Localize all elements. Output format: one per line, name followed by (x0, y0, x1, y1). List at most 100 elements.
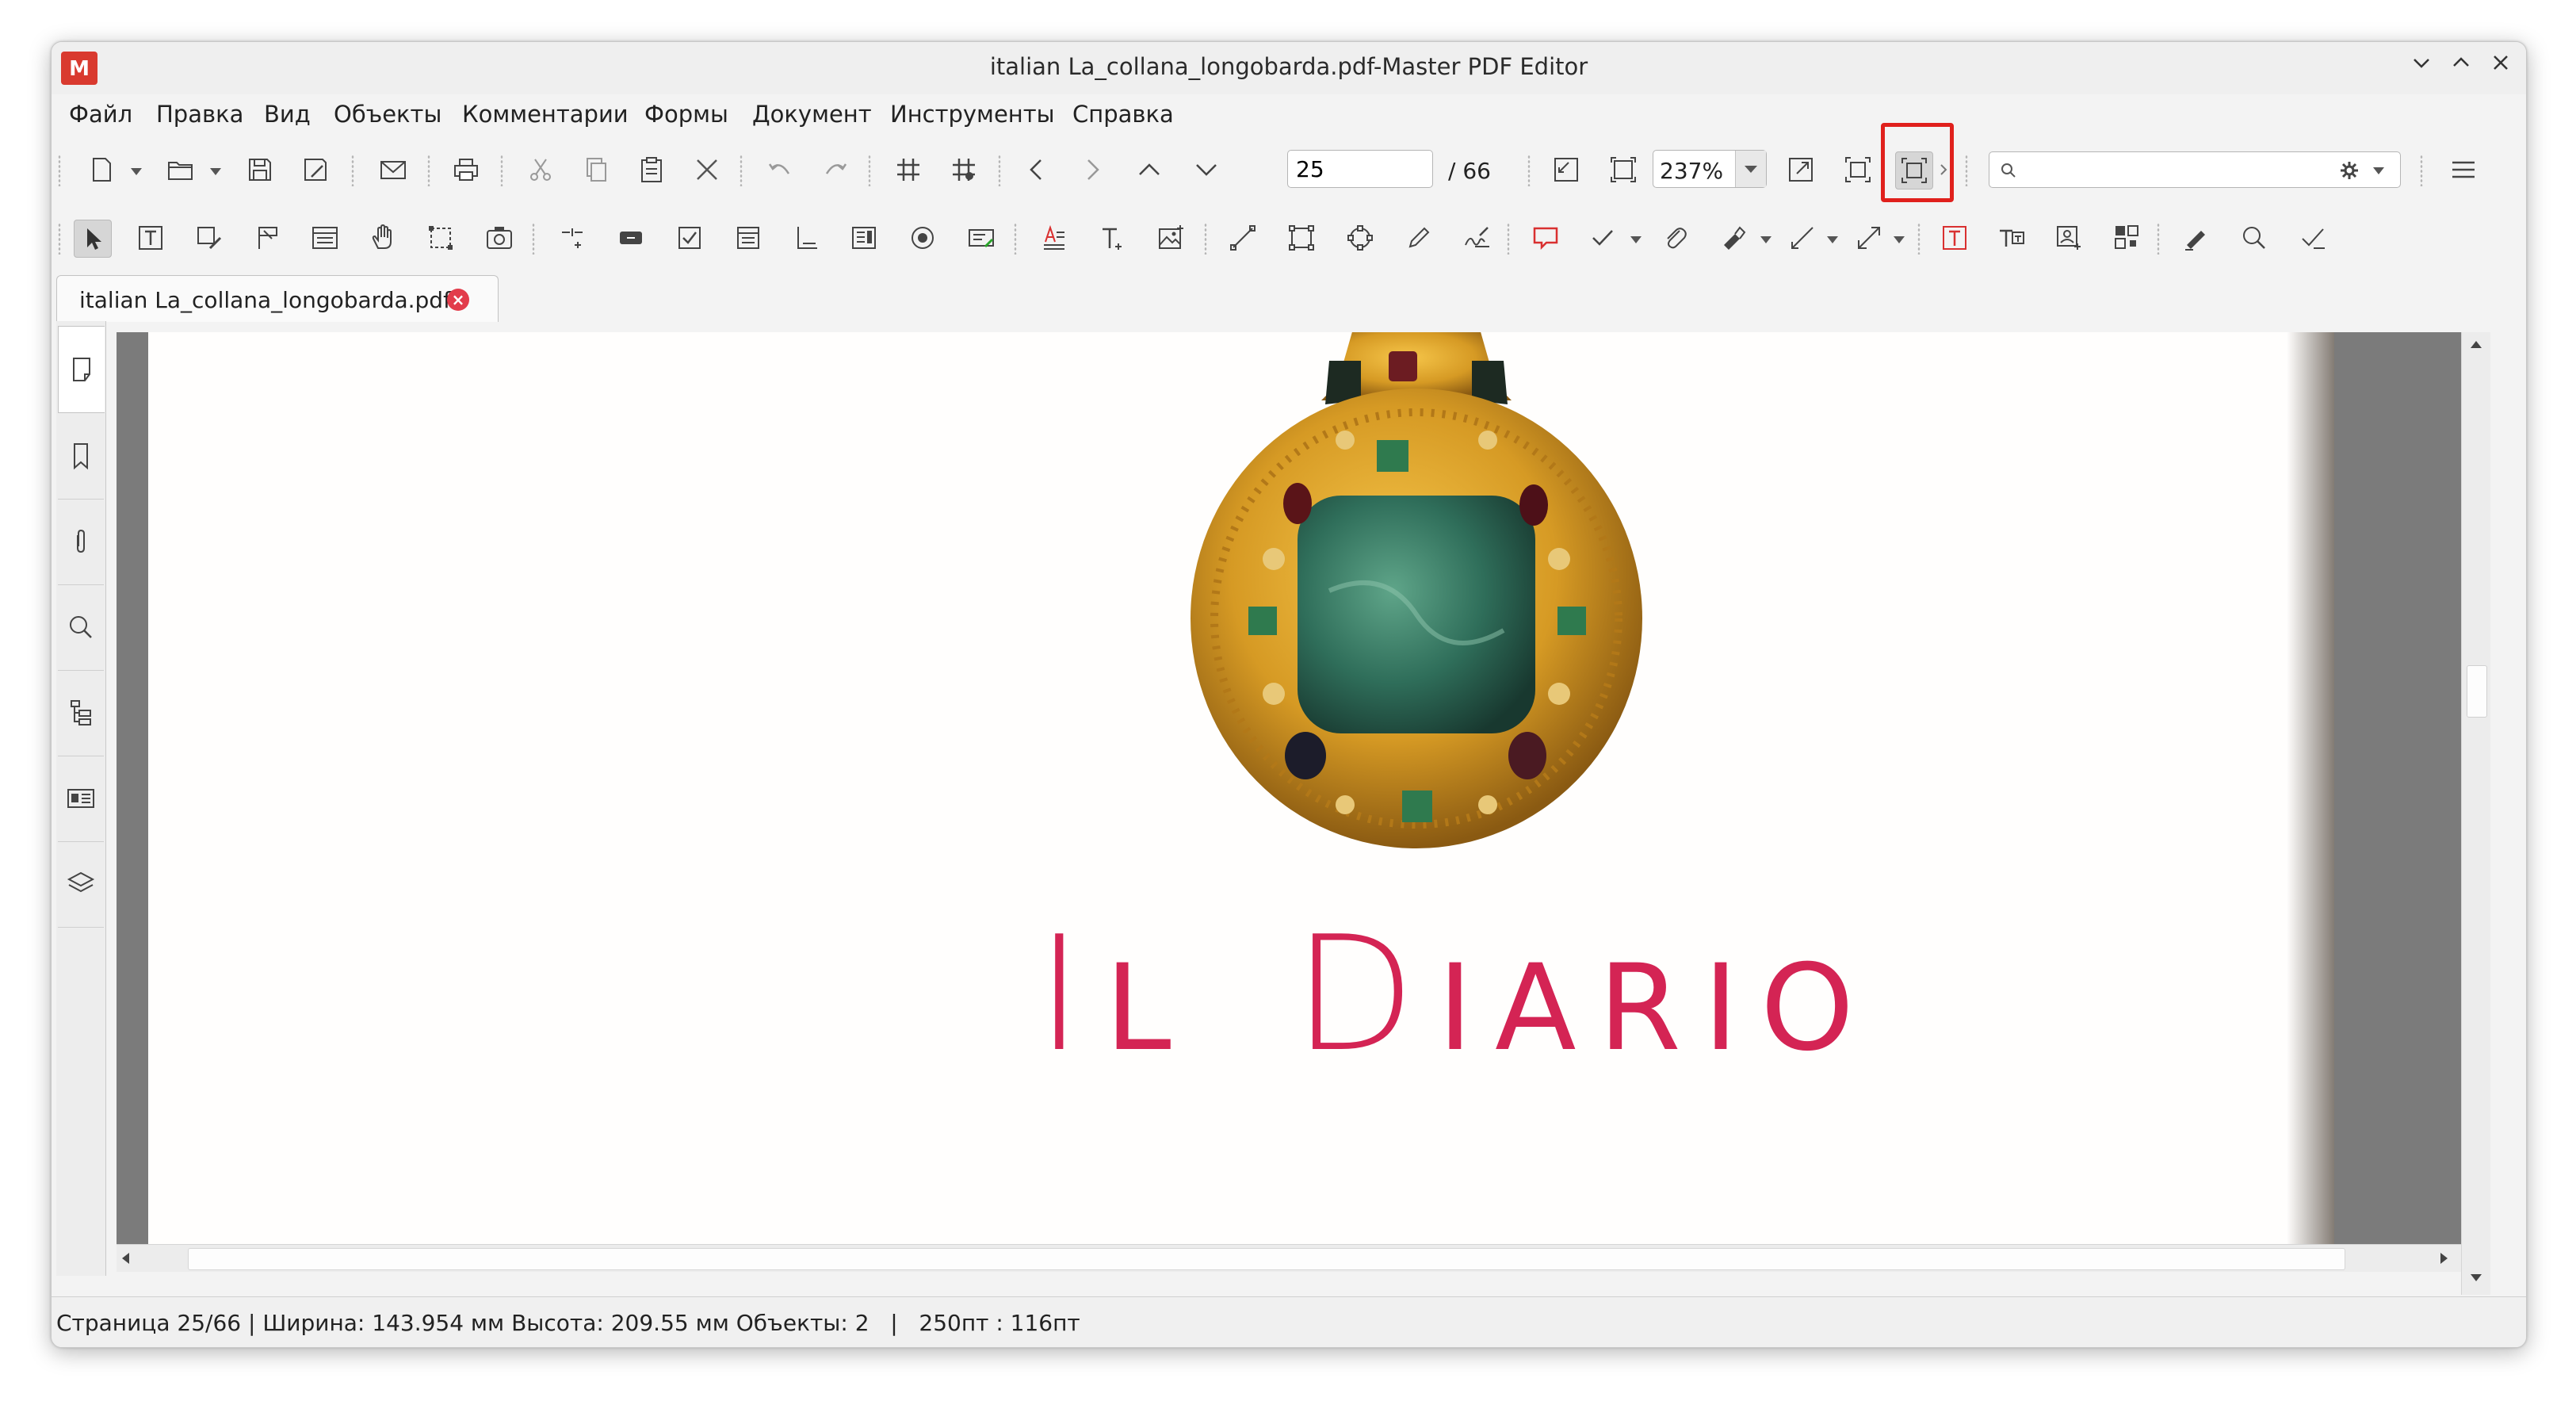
menu-file[interactable]: Файл (69, 101, 132, 128)
rectangle-tool-icon[interactable] (1283, 220, 1320, 256)
previous-page-icon[interactable] (1019, 151, 1055, 188)
scroll-down-icon[interactable] (2469, 1273, 2483, 1284)
image-stamp-icon[interactable] (2050, 220, 2087, 256)
save-as-icon[interactable] (297, 151, 334, 188)
search-settings-gear-icon[interactable] (2338, 159, 2360, 182)
pages-icon[interactable] (58, 326, 105, 413)
highlighter-icon[interactable] (1714, 220, 1751, 256)
actual-size-icon[interactable] (1548, 151, 1584, 188)
vertical-scrollbar[interactable] (2461, 332, 2490, 1295)
scroll-left-icon[interactable] (120, 1251, 131, 1265)
measure-dropdown-icon[interactable] (1825, 235, 1838, 243)
search-icon[interactable] (58, 584, 104, 671)
search-input[interactable] (1989, 151, 2401, 188)
vertical-scroll-thumb[interactable] (2467, 665, 2487, 718)
search-options-dropdown-icon[interactable] (2372, 167, 2384, 174)
crop-select-icon[interactable] (422, 220, 459, 256)
undo-icon[interactable] (762, 151, 798, 188)
arrow-line-icon[interactable] (1851, 220, 1887, 256)
ellipse-tool-icon[interactable] (1342, 220, 1378, 256)
edit-object-icon[interactable] (191, 220, 227, 256)
tab-close-icon[interactable]: × (447, 289, 469, 311)
measure-distance-icon[interactable] (1784, 220, 1821, 256)
email-icon[interactable] (375, 151, 411, 188)
menu-tools[interactable]: Инструменты (890, 101, 1055, 128)
text-tool-icon[interactable] (1095, 220, 1131, 256)
radio-button-icon[interactable] (904, 220, 941, 256)
forms-icon[interactable] (58, 756, 104, 842)
signature-pen-icon[interactable] (1459, 220, 1496, 256)
grid-icon[interactable] (890, 151, 927, 188)
menu-forms[interactable]: Формы (644, 101, 728, 128)
highlighter-dropdown-icon[interactable] (1759, 235, 1771, 243)
sign-check-icon[interactable] (2295, 220, 2331, 256)
next-page-icon[interactable] (1074, 151, 1110, 188)
select-arrow-icon[interactable] (74, 220, 112, 258)
hand-tool-icon[interactable] (365, 220, 402, 256)
line-tool-icon[interactable] (1225, 220, 1261, 256)
add-image-icon[interactable] (1153, 220, 1190, 256)
hamburger-menu-icon[interactable] (2445, 151, 2482, 188)
new-document-dropdown-icon[interactable] (129, 167, 142, 175)
structure-icon[interactable] (58, 670, 104, 756)
menu-comments[interactable]: Комментарии (462, 101, 629, 128)
zoom-dropdown-icon[interactable] (1735, 151, 1766, 187)
layers-icon[interactable] (58, 841, 104, 928)
text-field-tool-icon[interactable] (789, 220, 825, 256)
print-icon[interactable] (448, 151, 484, 188)
scroll-up-icon[interactable] (2469, 339, 2483, 350)
add-text-icon[interactable] (1036, 220, 1072, 256)
fit-width-icon[interactable] (1840, 151, 1876, 188)
text-box-icon[interactable] (1936, 220, 1973, 256)
open-folder-icon[interactable] (162, 151, 199, 188)
copy-icon[interactable] (578, 151, 614, 188)
menu-edit[interactable]: Правка (156, 101, 243, 128)
attachments-icon[interactable] (58, 499, 104, 585)
pencil-tool-icon[interactable] (1401, 220, 1437, 256)
eraser-pen-icon[interactable] (2177, 220, 2214, 256)
close-icon[interactable] (2483, 50, 2518, 85)
horizontal-scrollbar[interactable] (117, 1244, 2461, 1272)
document-viewer[interactable]: IL DIARIO (117, 332, 2461, 1244)
delete-icon[interactable] (689, 151, 725, 188)
comment-note-icon[interactable] (1527, 220, 1564, 256)
menu-objects[interactable]: Объекты (334, 101, 441, 128)
horizontal-scroll-thumb[interactable] (188, 1248, 2345, 1270)
menu-document[interactable]: Документ (752, 101, 872, 128)
snap-to-grid-icon[interactable] (946, 151, 982, 188)
form-fill-icon[interactable] (307, 220, 343, 256)
listbox-field-icon[interactable] (846, 220, 882, 256)
button-field-icon[interactable] (613, 220, 649, 256)
document-tab[interactable]: italian La_collana_longobarda.pdf × (56, 275, 499, 322)
page-number-input[interactable] (1287, 150, 1433, 188)
cut-icon[interactable] (522, 151, 559, 188)
menu-view[interactable]: Вид (264, 101, 311, 128)
text-select-icon[interactable] (132, 220, 169, 256)
new-document-icon[interactable] (83, 151, 120, 188)
save-icon[interactable] (242, 151, 278, 188)
arrow-dropdown-icon[interactable] (1892, 235, 1905, 243)
qr-barcode-icon[interactable] (2109, 220, 2146, 256)
redo-icon[interactable] (817, 151, 854, 188)
minimize-icon[interactable] (2404, 50, 2439, 85)
first-page-icon[interactable] (1131, 151, 1168, 188)
snapshot-camera-icon[interactable] (481, 220, 518, 256)
stamp-dropdown-icon[interactable] (1629, 235, 1642, 243)
bookmarks-icon[interactable] (58, 413, 104, 500)
checkmark-stamp-icon[interactable] (1584, 220, 1621, 256)
open-dropdown-icon[interactable] (208, 167, 221, 175)
last-page-icon[interactable] (1188, 151, 1225, 188)
menu-help[interactable]: Справка (1072, 101, 1174, 128)
paste-icon[interactable] (633, 151, 670, 188)
zoom-select[interactable]: 237% (1653, 150, 1767, 188)
combobox-field-icon[interactable] (730, 220, 766, 256)
maximize-icon[interactable] (2444, 50, 2479, 85)
magnifier-search-icon[interactable] (2236, 220, 2272, 256)
attach-file-icon[interactable] (1657, 220, 1694, 256)
typewriter-icon[interactable] (1993, 220, 2030, 256)
fit-page-icon[interactable] (1605, 151, 1642, 188)
full-screen-icon[interactable] (1783, 151, 1819, 188)
scroll-right-icon[interactable] (2439, 1251, 2450, 1265)
link-tool-icon[interactable] (554, 220, 590, 256)
checkbox-field-icon[interactable] (671, 220, 708, 256)
